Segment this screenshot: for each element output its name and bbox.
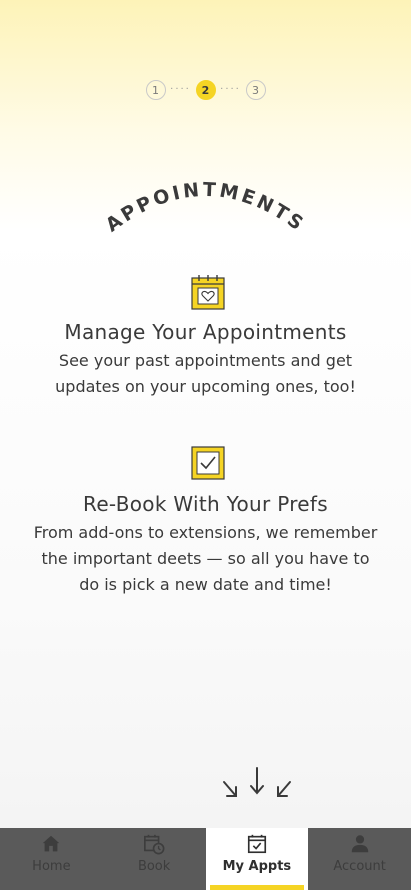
calendar-heart-icon — [190, 274, 225, 310]
section-title-text: APPOINTMENTS — [102, 179, 307, 237]
home-icon — [43, 835, 60, 852]
feature-title: Re-Book With Your Prefs — [83, 492, 328, 516]
calendar-check-icon — [247, 834, 266, 854]
down-arrows-icon — [223, 767, 291, 797]
tab-label: Home — [32, 859, 71, 874]
feature-title: Manage Your Appointments — [64, 320, 347, 344]
svg-text:APPOINTMENTS: APPOINTMENTS — [102, 179, 310, 237]
tab-home[interactable]: Home — [0, 828, 103, 890]
step-3[interactable]: 3 — [245, 80, 266, 100]
person-icon — [351, 835, 368, 853]
tab-my-appts[interactable]: My Appts — [205, 828, 309, 890]
section-title: APPOINTMENTS — [102, 179, 310, 237]
step-connector — [166, 85, 196, 95]
bottom-tab-bar: Home Book My Appts Account — [0, 828, 411, 890]
step-connector — [216, 85, 246, 95]
tab-label: Book — [137, 859, 171, 874]
feature-rebook-prefs: Re-Book With Your Prefs From add-ons to … — [0, 446, 411, 598]
feature-description: See your past appointments and get updat… — [55, 351, 356, 396]
tab-account[interactable]: Account — [308, 828, 411, 890]
feature-description: From add-ons to extensions, we remember … — [33, 523, 378, 594]
feature-manage-appointments: Manage Your Appointments See your past a… — [0, 274, 411, 400]
step-1[interactable]: 1 — [145, 80, 166, 100]
step-2-active[interactable]: 2 — [195, 80, 216, 100]
checkbox-icon — [190, 446, 225, 480]
onboarding-stepper: 1 2 3 — [0, 80, 411, 100]
tab-book[interactable]: Book — [103, 828, 206, 890]
tab-label: Account — [333, 859, 386, 874]
tab-label: My Appts — [222, 859, 292, 874]
calendar-clock-icon — [144, 834, 165, 855]
